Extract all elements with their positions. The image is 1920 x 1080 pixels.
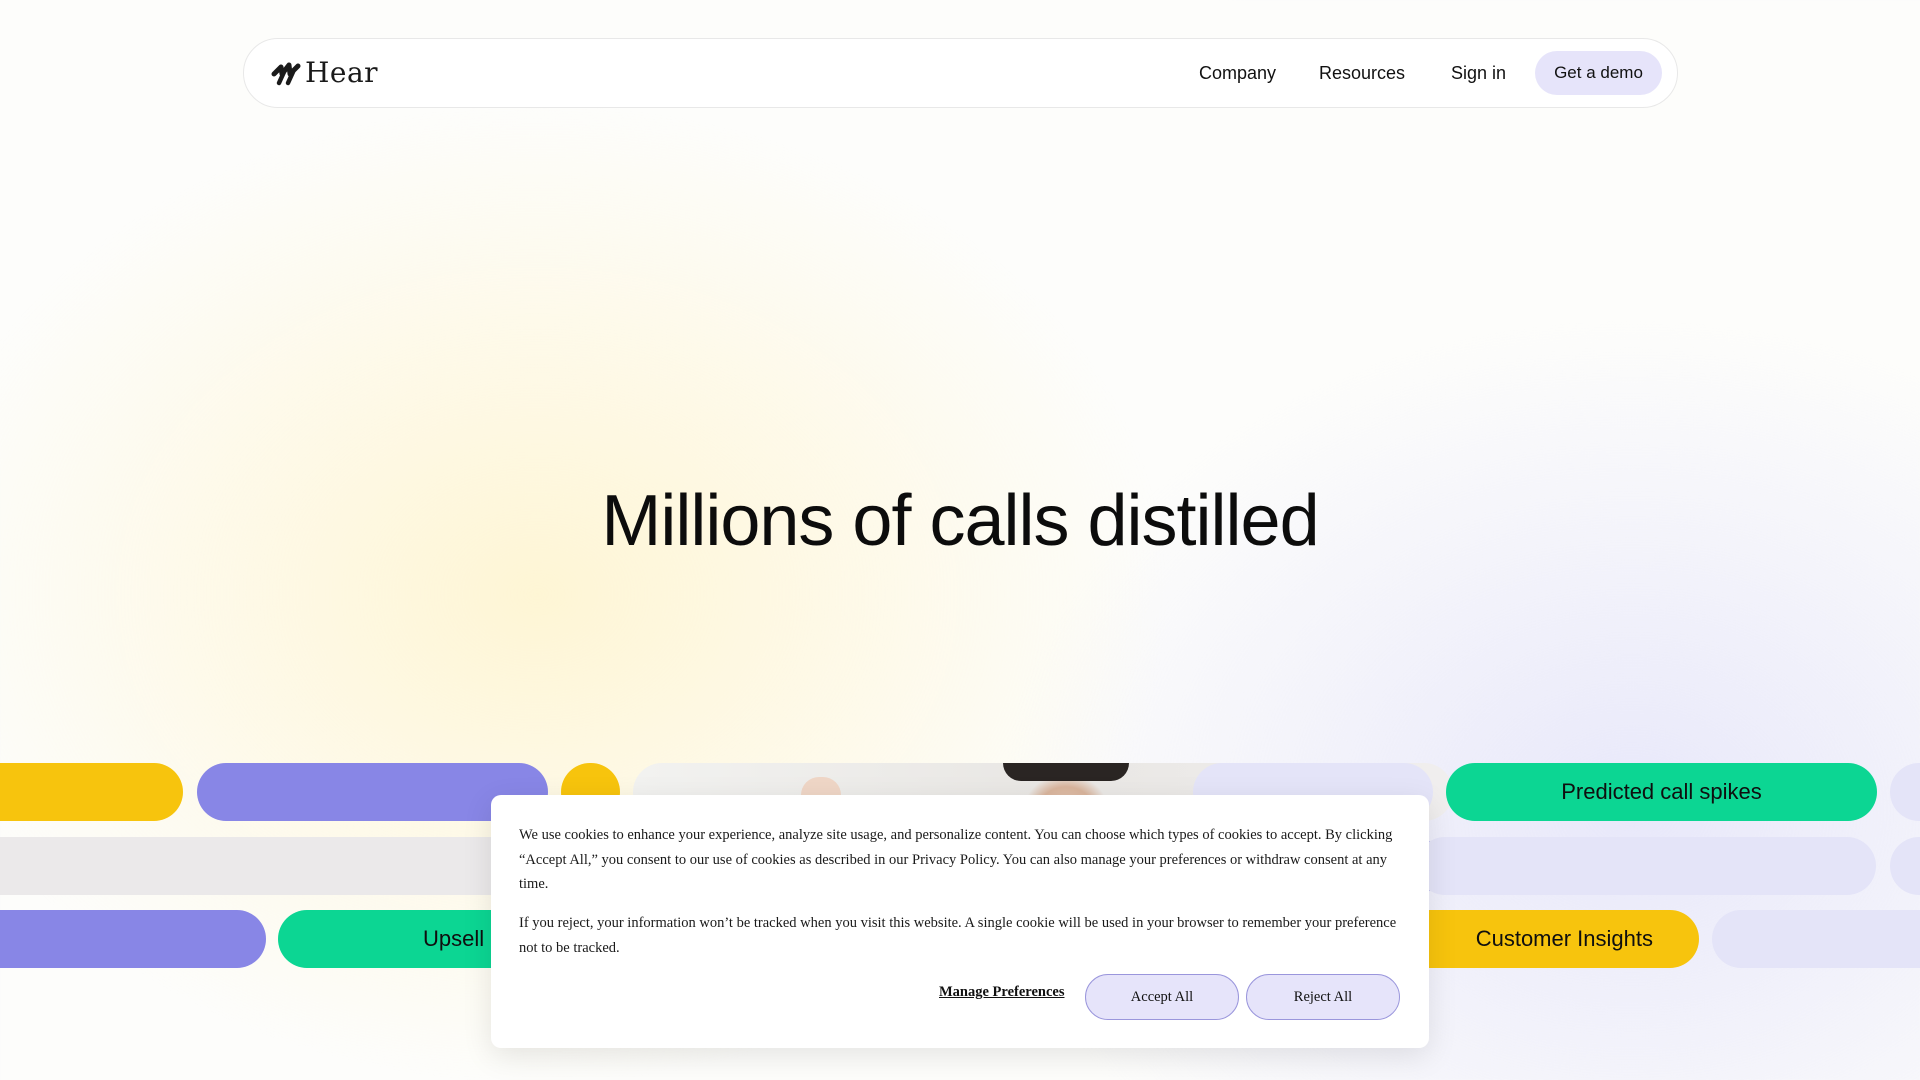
pill-label: Upsell c [423, 926, 502, 951]
cookie-text-reject-info: If you reject, your information won’t be… [519, 915, 1397, 956]
cookie-consent-dialog: We use cookies to enhance your experienc… [491, 795, 1429, 1048]
logo-mark-icon [271, 58, 301, 88]
pill-lavender-wide [1416, 837, 1876, 895]
top-nav: Hear Company Resources Sign in Get a dem… [243, 38, 1678, 108]
headset-image [1003, 763, 1129, 781]
nav-resources[interactable]: Resources [1319, 63, 1405, 84]
pill-label: Customer Insights [1475, 926, 1653, 951]
hero-title: Millions of calls distilled [601, 481, 1319, 561]
pill-predicted-call-spikes: Predicted call spikes [1446, 763, 1877, 821]
reject-all-button[interactable]: Reject All [1246, 974, 1400, 1020]
nav-company[interactable]: Company [1199, 63, 1276, 84]
cookie-text-primary: We use cookies to enhance your experienc… [519, 827, 1393, 892]
pill-lavender-row3 [1712, 910, 1920, 968]
manage-preferences-link[interactable]: Manage Preferences [939, 984, 1064, 1001]
nav-sign-in[interactable]: Sign in [1451, 63, 1506, 84]
pill-yellow [0, 763, 183, 821]
pill-purple-row3 [0, 910, 266, 968]
pill-label: Predicted call spikes [1561, 779, 1762, 804]
pill-lavender-edge [1890, 763, 1920, 821]
pill-lavender-edge-2 [1890, 837, 1920, 895]
pill-gray [0, 837, 560, 895]
accept-all-button[interactable]: Accept All [1085, 974, 1239, 1020]
get-demo-button[interactable]: Get a demo [1535, 51, 1662, 95]
logo-text: Hear [305, 56, 379, 89]
hear-logo[interactable]: Hear [271, 56, 378, 89]
